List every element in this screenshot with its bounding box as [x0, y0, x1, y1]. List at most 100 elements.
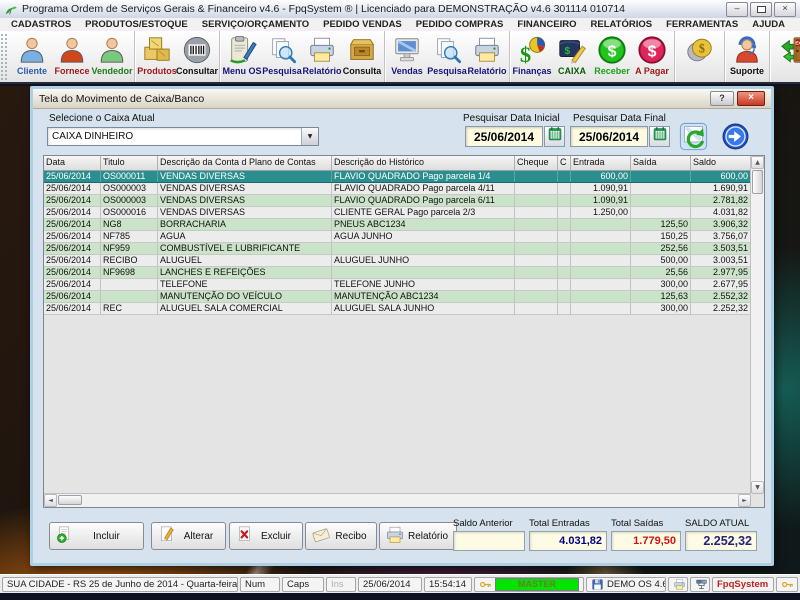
table-row[interactable]: 25/06/2014RECALUGUEL SALA COMERCIALALUGU… — [44, 303, 751, 315]
search-go-button[interactable] — [721, 122, 750, 151]
toolbar-button-relatorio[interactable]: Relatório — [302, 32, 342, 81]
toolbar-button-menu-os[interactable]: Menu OS — [222, 32, 262, 81]
cell: 1.090,91 — [571, 183, 631, 194]
incluir-button[interactable]: Incluir — [49, 522, 144, 550]
menu-financeiro[interactable]: FINANCEIRO — [510, 19, 583, 30]
toolbar-button-relatorio[interactable]: Relatório — [467, 32, 507, 81]
cell — [558, 267, 571, 278]
toolbar-button-pesquisa[interactable]: Pesquisa — [262, 32, 302, 81]
vertical-scrollbar[interactable]: ▲ ▼ — [750, 156, 764, 494]
status-text: SUA CIDADE - RS 25 de Junho de 2014 - Qu… — [7, 579, 237, 590]
caixa-select[interactable]: CAIXA DINHEIRO ▼ — [47, 127, 319, 146]
bottom-strip — [0, 593, 800, 600]
toolbar-button-financas[interactable]: $Finanças — [512, 32, 552, 81]
alterar-button[interactable]: Alterar — [151, 522, 226, 550]
combo-dropdown-arrow-icon[interactable]: ▼ — [301, 128, 318, 145]
table-row[interactable]: 25/06/2014NF785AGUAAGUA JUNHO150,253.756… — [44, 231, 751, 243]
cell: 2.552,32 — [691, 291, 751, 302]
table-row[interactable]: 25/06/2014NG8BORRACHARIAPNEUS ABC1234125… — [44, 219, 751, 231]
menu-cadastros[interactable]: CADASTROS — [4, 19, 78, 30]
table-row[interactable]: 25/06/2014OS000011VENDAS DIVERSASFLAVIO … — [44, 171, 751, 183]
status-text: Num — [245, 579, 265, 590]
horizontal-scroll-thumb[interactable] — [58, 495, 82, 505]
saldo-anterior-value — [453, 531, 525, 551]
person-green-icon — [97, 34, 127, 66]
toolbar-button-suporte[interactable]: Suporte — [727, 32, 767, 81]
scroll-left-arrow-icon[interactable]: ◄ — [44, 494, 57, 507]
toolbar-button-fornece[interactable]: Fornece — [52, 32, 92, 81]
saldo-atual-label: SALDO ATUAL — [685, 518, 749, 529]
cell — [515, 219, 558, 230]
table-row[interactable]: 25/06/2014TELEFONETELEFONE JUNHO300,002.… — [44, 279, 751, 291]
restore-button[interactable] — [750, 2, 772, 17]
toolbar-button-a-pagar[interactable]: $A Pagar — [632, 32, 672, 81]
recibo-button[interactable]: Recibo — [305, 522, 377, 550]
dialog-titlebar: Tela do Movimento de Caixa/Banco ? × — [33, 89, 771, 109]
status-panel-caps-lock: Caps — [282, 577, 324, 592]
column-header-c: C — [558, 156, 571, 170]
toolbar-button-label: Fornece — [54, 66, 89, 76]
date-start-field[interactable]: 25/06/2014 — [465, 126, 543, 147]
toolbar-button-vendas[interactable]: Vendas — [387, 32, 427, 81]
cell — [101, 279, 158, 290]
horizontal-scrollbar[interactable]: ◄ ► — [44, 493, 751, 507]
cell: 25/06/2014 — [44, 267, 101, 278]
toolbar-button-cliente[interactable]: Cliente — [12, 32, 52, 81]
scroll-right-arrow-icon[interactable]: ► — [738, 494, 751, 507]
cell — [558, 207, 571, 218]
toolbar-button-label: Pesquisa — [427, 66, 467, 76]
table-row[interactable]: 25/06/2014MANUTENÇÃO DO VEÍCULOMANUTENÇÃ… — [44, 291, 751, 303]
cell: ALUGUEL — [158, 255, 332, 266]
excluir-button[interactable]: Excluir — [229, 522, 303, 550]
scroll-up-arrow-icon[interactable]: ▲ — [751, 156, 764, 169]
calendar-start-button[interactable] — [544, 126, 565, 147]
table-row[interactable]: 25/06/2014RECIBOALUGUELALUGUEL JUNHO500,… — [44, 255, 751, 267]
cell: AGUA JUNHO — [332, 231, 515, 242]
table-row[interactable]: 25/06/2014NF9698LANCHES E REFEIÇÕES25,56… — [44, 267, 751, 279]
cell: OS000011 — [101, 171, 158, 182]
search-icon — [432, 34, 462, 66]
table-row[interactable]: 25/06/2014NF959COMBUSTÍVEL E LUBRIFICANT… — [44, 243, 751, 255]
cell: 25/06/2014 — [44, 183, 101, 194]
cell: OS000016 — [101, 207, 158, 218]
cell — [558, 279, 571, 290]
dialog-help-button[interactable]: ? — [710, 91, 734, 106]
menu-pedido-compras[interactable]: PEDIDO COMPRAS — [409, 19, 511, 30]
toolbar-button-consultar[interactable]: Consultar — [177, 32, 217, 81]
dialog-title: Tela do Movimento de Caixa/Banco — [39, 93, 204, 105]
table-row[interactable]: 25/06/2014OS000003VENDAS DIVERSASFLAVIO … — [44, 183, 751, 195]
cell: LANCHES E REFEIÇÕES — [158, 267, 332, 278]
table-row[interactable]: 25/06/2014OS000003VENDAS DIVERSASFLAVIO … — [44, 195, 751, 207]
toolbar-button-caixa[interactable]: $CAIXA — [552, 32, 592, 81]
vertical-scroll-thumb[interactable] — [752, 170, 763, 194]
status-panel-version: DEMO OS 4.6 — [586, 577, 666, 592]
toolbar-button-pesquisa[interactable]: Pesquisa — [427, 32, 467, 81]
cell — [631, 183, 691, 194]
refresh-button[interactable] — [679, 122, 708, 151]
dialog-close-button[interactable]: × — [737, 91, 765, 106]
cell: 2.677,95 — [691, 279, 751, 290]
cell — [571, 255, 631, 266]
relatorio-button[interactable]: Relatório — [379, 522, 457, 550]
menu-ajuda[interactable]: AJUDA — [745, 19, 792, 30]
table-row[interactable]: 25/06/2014OS000016VENDAS DIVERSASCLIENTE… — [44, 207, 751, 219]
close-button[interactable]: × — [774, 2, 796, 17]
menu-servico-orcamento[interactable]: SERVIÇO/ORÇAMENTO — [195, 19, 316, 30]
date-end-field[interactable]: 25/06/2014 — [570, 126, 648, 147]
calendar-end-button[interactable] — [649, 126, 670, 147]
menu-ferramentas[interactable]: FERRAMENTAS — [659, 19, 745, 30]
toolbar-button-consulta[interactable]: Consulta — [342, 32, 382, 81]
toolbar-button-vendedor[interactable]: Vendedor — [92, 32, 132, 81]
menu-produtos-estoque[interactable]: PRODUTOS/ESTOQUE — [78, 19, 195, 30]
toolbar-button-receber[interactable]: $Receber — [592, 32, 632, 81]
toolbar-button-exit[interactable]: EXIT — [772, 32, 800, 81]
toolbar-button-produtos[interactable]: Produtos — [137, 32, 177, 81]
status-bar: SUA CIDADE - RS 25 de Junho de 2014 - Qu… — [0, 574, 800, 593]
status-panel-time: 15:54:14 — [424, 577, 472, 592]
menu-relatorios[interactable]: RELATÓRIOS — [584, 19, 660, 30]
minimize-button[interactable]: – — [726, 2, 748, 17]
scroll-down-arrow-icon[interactable]: ▼ — [751, 481, 764, 494]
menu-pedido-vendas[interactable]: PEDIDO VENDAS — [316, 19, 409, 30]
drawer-icon — [347, 34, 377, 66]
toolbar-button-coin[interactable]: $ — [677, 32, 722, 81]
